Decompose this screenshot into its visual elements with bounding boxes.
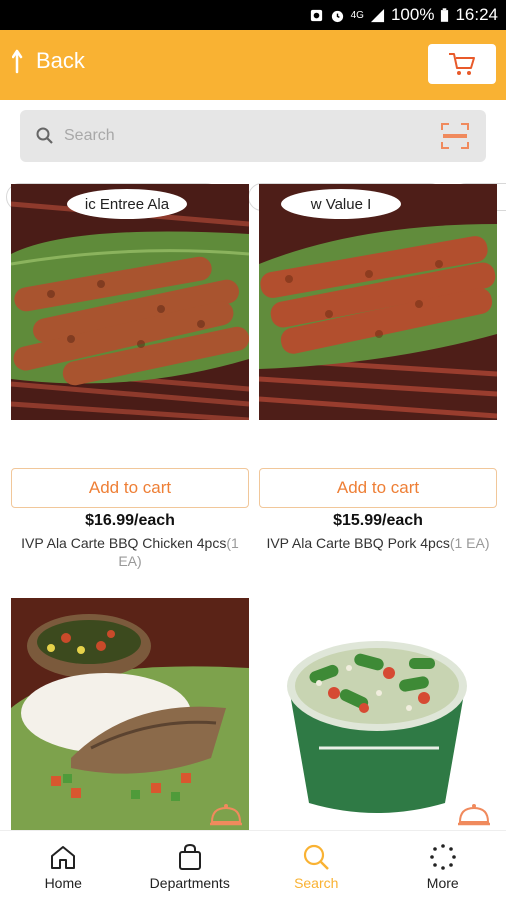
bottom-tab-bar: Home Departments Search More (0, 830, 506, 900)
back-label: Back (36, 48, 85, 73)
signal-icon (370, 8, 385, 22)
product-name-text: IVP Ala Carte BBQ Chicken 4pcs (21, 535, 227, 551)
tab-departments[interactable]: Departments (127, 831, 254, 900)
product-grid: ic Entree Ala Add to cart $16.99/each IV… (0, 178, 506, 830)
search-bar (20, 110, 486, 162)
tab-more[interactable]: More (380, 831, 506, 900)
add-to-cart-button[interactable]: Add to cart (11, 468, 249, 508)
tab-label: Home (44, 875, 82, 891)
product-image[interactable] (259, 598, 497, 830)
notification-icon (310, 9, 322, 21)
category-tag: w Value I (281, 189, 401, 219)
search-icon (304, 844, 330, 870)
category-tag: ic Entree Ala (67, 189, 187, 219)
add-to-cart-button[interactable]: Add to cart (259, 468, 497, 508)
home-icon (51, 846, 76, 869)
battery-icon (441, 7, 449, 22)
tab-home[interactable]: Home (0, 831, 127, 900)
alarm-icon (331, 10, 343, 22)
tab-label: Search (294, 875, 339, 891)
cart-button[interactable] (428, 44, 496, 84)
cart-icon (449, 53, 475, 75)
bag-icon (178, 843, 201, 870)
product-image[interactable]: w Value I (259, 184, 497, 420)
product-card[interactable] (259, 598, 497, 830)
tab-search[interactable]: Search (253, 831, 380, 900)
product-name-text: IVP Ala Carte BBQ Pork 4pcs (266, 535, 450, 551)
product-card[interactable]: ic Entree Ala (11, 184, 249, 420)
battery-level: 100% (390, 5, 435, 24)
product-name: IVP Ala Carte BBQ Pork 4pcs(1 EA) (259, 534, 497, 552)
network-indicator: 4G (350, 9, 364, 21)
product-price: $15.99/each (333, 512, 423, 529)
product-image[interactable] (11, 598, 249, 830)
more-icon (429, 844, 456, 870)
tab-label: More (426, 875, 459, 891)
order-bell-icon[interactable] (457, 802, 491, 828)
product-qty: (1 EA) (449, 535, 490, 551)
search-icon (36, 127, 53, 144)
search-input[interactable] (64, 127, 414, 145)
product-card[interactable] (11, 598, 249, 830)
barcode-scan-icon[interactable] (440, 122, 470, 150)
tab-label: Departments (149, 875, 230, 891)
order-bell-icon[interactable] (209, 802, 243, 828)
clock: 16:24 (455, 5, 498, 24)
app-bar: Back (0, 30, 506, 100)
back-button[interactable]: Back (12, 48, 85, 74)
back-arrow-icon (12, 49, 23, 74)
product-price: $16.99/each (85, 512, 175, 529)
product-image[interactable]: ic Entree Ala (11, 184, 249, 420)
status-bar: 4G 100% 16:24 (0, 0, 506, 30)
product-name: IVP Ala Carte BBQ Chicken 4pcs(1 EA) (11, 534, 249, 570)
product-card[interactable]: w Value I (259, 184, 497, 420)
